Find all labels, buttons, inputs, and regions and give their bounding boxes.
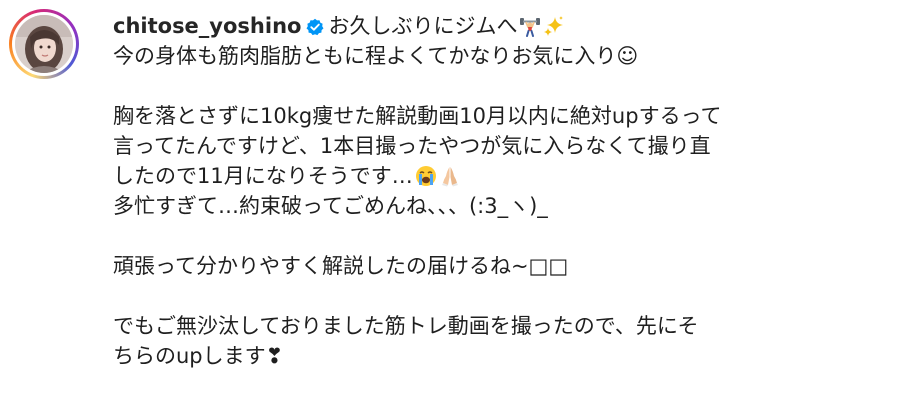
caption-line-7-text: 頑張って分かりやすく解説したの届けるね~ [113, 254, 529, 278]
caption-line-9: ちらのupします❣ [113, 341, 873, 371]
weight-lifter-emoji-icon [520, 18, 541, 37]
folded-hands-emoji-icon [441, 167, 458, 187]
caption-line-4: 言ってたんですけど、1本目撮ったやつが気に入らなくて撮り直 [113, 134, 711, 158]
loudly-crying-face-emoji-icon [415, 166, 436, 186]
caption-line-3: 胸を落とさずに10kg痩せた解説動画10月以内に絶対upするって [113, 104, 722, 128]
story-ring[interactable] [9, 9, 79, 79]
unrendered-glyphs: □□ [528, 254, 569, 278]
caption-line-5: したので11月になりそうです… [113, 161, 873, 191]
verified-badge-icon [306, 18, 324, 36]
caption-line-8: でもご無沙汰しておりました筋トレ動画を撮ったので、先にそ [113, 314, 699, 338]
avatar-image [15, 15, 73, 73]
avatar[interactable] [15, 15, 73, 73]
username-link[interactable]: chitose_yoshino [113, 14, 301, 38]
caption: chitose_yoshino お久しぶりにジムへ 今の身体も筋肉脂肪ともに程よ… [113, 11, 873, 371]
caption-line-1: chitose_yoshino お久しぶりにジムへ [113, 11, 873, 41]
sparkles-emoji-icon [544, 16, 564, 36]
caption-line-2: 今の身体も筋肉脂肪ともに程よくてかなりお気に入り☺ [113, 44, 639, 68]
caption-line-7: 頑張って分かりやすく解説したの届けるね~□□ [113, 251, 873, 281]
instagram-post-caption: chitose_yoshino お久しぶりにジムへ 今の身体も筋肉脂肪ともに程よ… [0, 0, 903, 416]
heart-exclamation-icon: ❣ [265, 344, 284, 368]
caption-line-5-text: したので11月になりそうです… [113, 164, 413, 188]
caption-line-6: 多忙すぎて…約束破ってごめんね、、、(:3_ヽ)_ [113, 194, 548, 218]
caption-first-text: お久しぶりにジムへ [328, 14, 518, 38]
caption-line-9-text: ちらのupします [113, 344, 266, 368]
